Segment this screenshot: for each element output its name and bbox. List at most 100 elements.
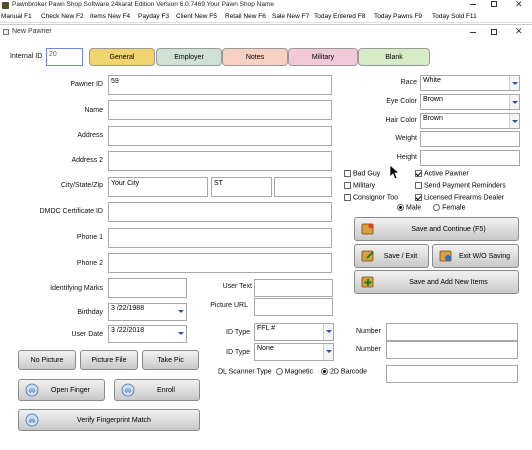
hair-color-select[interactable]: Brown	[420, 113, 520, 129]
tab-employer[interactable]: Employer	[156, 48, 222, 66]
active-pawner-box[interactable]	[415, 170, 422, 177]
consignor-box[interactable]	[344, 194, 351, 201]
phone1-field[interactable]	[108, 228, 332, 248]
dmdc-label: DMDC Certificate ID	[39, 208, 103, 215]
identifying-marks-field[interactable]	[108, 278, 187, 298]
female-radio[interactable]	[433, 204, 441, 211]
user-date-picker[interactable]: 3 /22/2018	[108, 325, 187, 343]
dialog-title: New Pawner	[12, 28, 52, 35]
picture-url-label: Picture URL	[210, 302, 248, 309]
tab-general[interactable]: General	[89, 48, 155, 66]
number2-field[interactable]	[386, 341, 518, 359]
consignor-label: Consignor Too	[353, 194, 399, 202]
tab-notes[interactable]: Notes	[222, 48, 288, 66]
save-continue-button[interactable]: Save and Continue (F5)	[354, 217, 519, 241]
menu-today-entered[interactable]: Today Entered F8	[314, 13, 365, 20]
menu-payday[interactable]: Payday F3	[138, 13, 169, 20]
birthday-picker[interactable]: 3 /22/1988	[108, 303, 187, 321]
id-type2-label: ID Type	[226, 349, 250, 356]
user-date-dropdown-icon[interactable]	[176, 326, 186, 342]
dialog-maximize-icon[interactable]	[491, 29, 497, 35]
app-icon	[2, 2, 9, 9]
bad-guy-box[interactable]	[344, 170, 351, 177]
menu-today-pawns[interactable]: Today Pawns F9	[374, 13, 422, 20]
no-picture-button[interactable]: No Picture	[18, 350, 76, 370]
address-field[interactable]	[108, 126, 332, 146]
app-maximize-icon[interactable]	[491, 1, 497, 7]
dl-scan-field[interactable]	[386, 365, 518, 383]
add-items-icon	[361, 276, 374, 288]
number2-label: Number	[356, 346, 381, 353]
city-field[interactable]: Your City	[108, 177, 208, 197]
race-select[interactable]: White	[420, 75, 520, 91]
id-type2-select[interactable]: None	[254, 343, 334, 361]
dialog-close-icon[interactable]: ✕	[515, 26, 523, 37]
send-reminders-box[interactable]	[415, 182, 422, 189]
enroll-button[interactable]: Enroll	[114, 379, 200, 401]
barcode-label: 2D Barcode	[330, 368, 367, 376]
app-title: Pawnbroker Pawn Shop Software 24karat Ed…	[12, 1, 274, 8]
picture-file-button[interactable]: Picture File	[80, 350, 138, 370]
race-dropdown-icon[interactable]	[509, 76, 519, 90]
hair-color-dropdown-icon[interactable]	[509, 114, 519, 128]
dmdc-field[interactable]	[108, 202, 332, 222]
verify-fingerprint-button[interactable]: Verify Fingerprint Match	[18, 409, 200, 431]
user-date-value: 3 /22/2018	[111, 327, 145, 334]
male-radio[interactable]	[397, 204, 404, 211]
tab-blank[interactable]: Blank	[358, 48, 430, 66]
tab-military[interactable]: Military	[288, 48, 358, 66]
menu-sale-new[interactable]: Sale New F7	[272, 13, 309, 20]
eye-color-label: Eye Color	[386, 98, 417, 105]
weight-field[interactable]	[420, 131, 520, 147]
number1-field[interactable]	[386, 323, 518, 341]
menu-manual[interactable]: Manual F1	[1, 13, 32, 20]
menu-client-new[interactable]: Client New F5	[176, 13, 217, 20]
user-text-field[interactable]	[254, 279, 333, 297]
open-finger-button[interactable]: Open Finger	[18, 379, 105, 401]
app-close-icon[interactable]: ✕	[515, 0, 523, 10]
barcode-radio[interactable]	[321, 368, 329, 375]
active-pawner-checkbox[interactable]: Active Pawner	[415, 170, 469, 177]
take-pic-button[interactable]: Take Pic	[142, 350, 199, 370]
menu-items-new[interactable]: Items New F4	[90, 13, 130, 20]
height-field[interactable]	[420, 150, 520, 166]
height-label: Height	[396, 154, 417, 161]
address2-label: Address 2	[71, 157, 103, 164]
pawner-id-field[interactable]: 59	[108, 75, 332, 95]
menu-today-sold[interactable]: Today Sold F11	[432, 13, 477, 20]
id-type1-select[interactable]: FFL #	[254, 323, 334, 341]
save-continue-label: Save and Continue (F5)	[411, 225, 486, 233]
licensed-dealer-checkbox[interactable]: Licensed Firearms Dealer	[415, 194, 504, 201]
state-field[interactable]: ST	[211, 177, 272, 197]
id-type1-dropdown-icon[interactable]	[323, 324, 333, 340]
picture-url-field[interactable]	[254, 298, 333, 316]
app-minimize-icon[interactable]	[470, 4, 476, 5]
eye-color-dropdown-icon[interactable]	[509, 95, 519, 109]
magnetic-radio[interactable]	[275, 368, 283, 375]
save-exit-button[interactable]: Save / Exit	[354, 244, 429, 268]
name-field[interactable]	[108, 100, 332, 120]
bad-guy-checkbox[interactable]: Bad Guy	[344, 170, 380, 177]
military-box[interactable]	[344, 182, 351, 189]
dialog-minimize-icon[interactable]	[470, 32, 476, 33]
id-type1-value: FFL #	[257, 325, 276, 332]
enroll-fingerprint-icon	[121, 383, 135, 397]
internal-id-field[interactable]: 20	[46, 48, 83, 66]
male-label: Male	[406, 204, 422, 212]
exit-without-saving-button[interactable]: Exit W/O Saving	[432, 244, 519, 268]
menu-bar: Manual F1 Check New F2 Items New F4 Payd…	[0, 12, 532, 23]
eye-color-select[interactable]: Brown	[420, 94, 520, 110]
birthday-dropdown-icon[interactable]	[176, 304, 186, 320]
consignor-checkbox[interactable]: Consignor Too	[344, 194, 398, 201]
address2-field[interactable]	[108, 151, 332, 171]
race-label: Race	[400, 79, 417, 86]
zip-field[interactable]	[274, 177, 332, 197]
id-type2-dropdown-icon[interactable]	[323, 344, 333, 360]
menu-retail-new[interactable]: Retail New F6	[225, 13, 266, 20]
phone2-field[interactable]	[108, 253, 332, 273]
menu-check-new[interactable]: Check New F2	[41, 13, 84, 20]
licensed-dealer-box[interactable]	[415, 194, 422, 201]
military-checkbox[interactable]: Military	[344, 182, 375, 189]
send-reminders-checkbox[interactable]: Send Payment Reminders	[415, 182, 506, 189]
save-add-items-button[interactable]: Save and Add New Items	[354, 270, 519, 294]
